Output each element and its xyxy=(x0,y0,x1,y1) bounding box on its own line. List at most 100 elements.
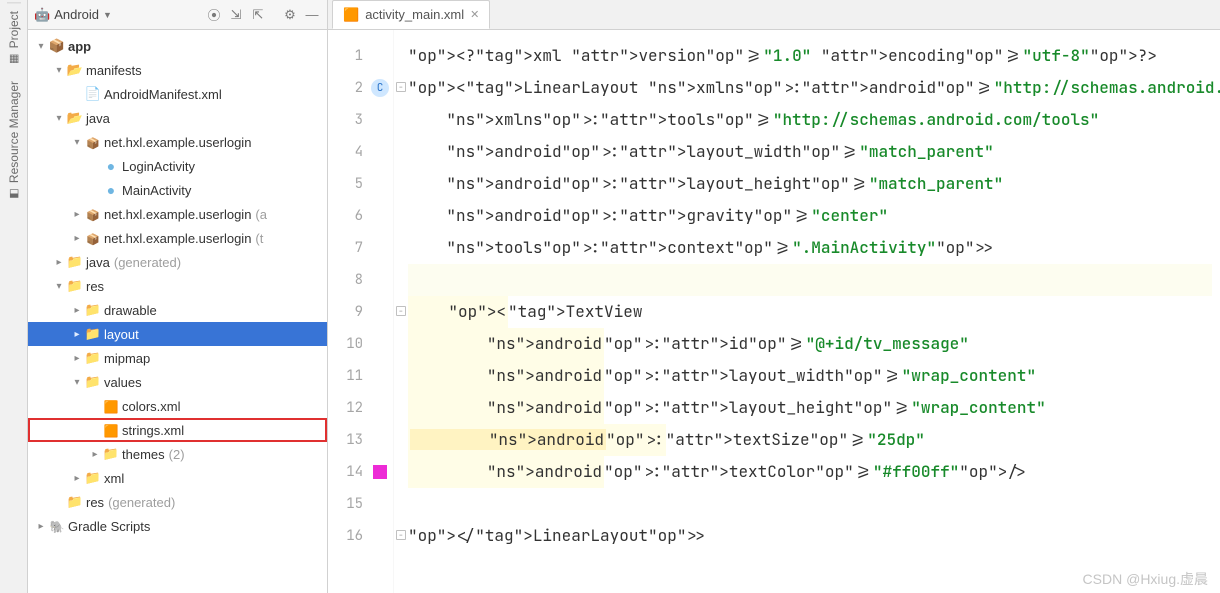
gutter-line[interactable]: 16 xyxy=(328,520,393,552)
code-line[interactable]: − "op"><"tag">TextView xyxy=(408,296,1212,328)
settings-icon[interactable]: ⚙ xyxy=(281,7,299,23)
tree-item-net-hxl-example-userlogin[interactable]: ▾net.hxl.example.userlogin xyxy=(28,130,327,154)
hide-panel-icon[interactable]: — xyxy=(303,7,321,22)
tree-item-app[interactable]: ▾app xyxy=(28,34,327,58)
chevron-right-icon[interactable]: ▸ xyxy=(70,305,84,316)
tool-resource-manager[interactable]: ◧ Resource Manager xyxy=(7,73,21,208)
gutter-line[interactable]: 13 xyxy=(328,424,393,456)
code-line[interactable]: "ns">tools"op">:"attr">context"op">=".Ma… xyxy=(408,232,1212,264)
chevron-right-icon[interactable]: ▸ xyxy=(70,353,84,364)
tree-item-java[interactable]: ▾java xyxy=(28,106,327,130)
folder-blue-icon xyxy=(66,110,84,126)
tab-activity-main[interactable]: 🟧 activity_main.xml ✕ xyxy=(332,0,490,29)
tree-item-gradle-scripts[interactable]: ▸Gradle Scripts xyxy=(28,514,327,538)
code-line[interactable] xyxy=(408,488,1212,520)
tree-item-res[interactable]: ▾res xyxy=(28,274,327,298)
fold-icon[interactable]: − xyxy=(396,82,406,92)
gutter-line[interactable]: 12 xyxy=(328,392,393,424)
expand-all-icon[interactable]: ⇲ xyxy=(227,7,245,23)
project-tree[interactable]: ▾app▾manifests▸AndroidManifest.xml▾java▾… xyxy=(28,30,327,593)
chevron-right-icon[interactable]: ▸ xyxy=(70,209,84,220)
tool-project[interactable]: ▦ Project xyxy=(7,2,21,73)
tree-item-values[interactable]: ▾values xyxy=(28,370,327,394)
app-icon xyxy=(48,38,66,54)
tree-item-layout[interactable]: ▸layout xyxy=(28,322,327,346)
tree-item-net-hxl-example-userlogin[interactable]: ▸net.hxl.example.userlogin (t xyxy=(28,226,327,250)
chevron-down-icon[interactable]: ▾ xyxy=(52,281,66,292)
gutter-line[interactable]: 5 xyxy=(328,168,393,200)
gutter-line[interactable]: 6 xyxy=(328,200,393,232)
fold-icon[interactable]: − xyxy=(396,306,406,316)
tree-item-drawable[interactable]: ▸drawable xyxy=(28,298,327,322)
tree-item-strings-xml[interactable]: ▸strings.xml xyxy=(28,418,327,442)
tree-item-themes[interactable]: ▸themes (2) xyxy=(28,442,327,466)
code-line[interactable]: "op"><?"tag">xml "attr">version"op">="1.… xyxy=(408,40,1212,72)
chevron-right-icon[interactable]: ▸ xyxy=(70,233,84,244)
class-gutter-icon[interactable]: C xyxy=(371,79,389,97)
gutter-line[interactable]: 1 xyxy=(328,40,393,72)
gutter-line[interactable]: 9 xyxy=(328,296,393,328)
close-tab-icon[interactable]: ✕ xyxy=(470,8,479,21)
fold-icon[interactable]: − xyxy=(396,530,406,540)
code-line[interactable]: −"op"></"tag">LinearLayout"op">> xyxy=(408,520,1212,552)
gutter-line[interactable]: 7 xyxy=(328,232,393,264)
tree-item-androidmanifest-xml[interactable]: ▸AndroidManifest.xml xyxy=(28,82,327,106)
chevron-right-icon[interactable]: ▸ xyxy=(88,449,102,460)
chevron-down-icon[interactable]: ▾ xyxy=(52,65,66,76)
code-area[interactable]: "op"><?"tag">xml "attr">version"op">="1.… xyxy=(394,30,1220,593)
chevron-down-icon[interactable]: ▾ xyxy=(70,377,84,388)
folder-icon xyxy=(84,374,102,390)
gutter-line[interactable]: 15 xyxy=(328,488,393,520)
tree-item-mipmap[interactable]: ▸mipmap xyxy=(28,346,327,370)
gutter-line[interactable]: 3 xyxy=(328,104,393,136)
folder-icon xyxy=(84,326,102,342)
chevron-right-icon[interactable]: ▸ xyxy=(52,257,66,268)
chevron-right-icon[interactable]: ▸ xyxy=(34,521,48,532)
project-view-selector[interactable]: 🤖 Android ▼ xyxy=(34,7,112,23)
chevron-right-icon[interactable]: ▸ xyxy=(70,329,84,340)
color-swatch-icon[interactable] xyxy=(373,465,387,479)
tree-item-colors-xml[interactable]: ▸colors.xml xyxy=(28,394,327,418)
tree-item-manifests[interactable]: ▾manifests xyxy=(28,58,327,82)
editor-tabs: 🟧 activity_main.xml ✕ xyxy=(328,0,1220,30)
gutter-line[interactable]: 14 xyxy=(328,456,393,488)
code-line[interactable] xyxy=(408,264,1212,296)
xml-file-icon: 🟧 xyxy=(343,7,359,23)
folder-icon xyxy=(84,350,102,366)
gutter-line[interactable]: 11 xyxy=(328,360,393,392)
gutter-line[interactable]: 8 xyxy=(328,264,393,296)
tree-item-res[interactable]: ▸res (generated) xyxy=(28,490,327,514)
collapse-all-icon[interactable]: ⇱ xyxy=(249,7,267,23)
code-line[interactable]: "ns">android"op">:"attr">layout_height"o… xyxy=(408,168,1212,200)
gutter-line[interactable]: 2C xyxy=(328,72,393,104)
gutter-line[interactable]: 10 xyxy=(328,328,393,360)
tool-resmgr-label: Resource Manager xyxy=(7,81,21,183)
code-line[interactable]: "ns">android"op">:"attr">textSize"op">="… xyxy=(408,424,1212,456)
tree-item-java[interactable]: ▸java (generated) xyxy=(28,250,327,274)
code-line[interactable]: "ns">android"op">:"attr">layout_width"op… xyxy=(408,360,1212,392)
tree-item-xml[interactable]: ▸xml xyxy=(28,466,327,490)
suffix: (t xyxy=(255,231,263,246)
chevron-down-icon[interactable]: ▾ xyxy=(70,137,84,148)
gutter-line[interactable]: 4 xyxy=(328,136,393,168)
chevron-right-icon[interactable]: ▸ xyxy=(70,473,84,484)
code-line[interactable]: "ns">android"op">:"attr">textColor"op">=… xyxy=(408,456,1212,488)
tree-item-loginactivity[interactable]: ▸LoginActivity xyxy=(28,154,327,178)
code-line[interactable]: "ns">xmlns"op">:"attr">tools"op">="http:… xyxy=(408,104,1212,136)
select-open-file-icon[interactable]: ⦿ xyxy=(205,5,223,24)
tree-item-net-hxl-example-userlogin[interactable]: ▸net.hxl.example.userlogin (a xyxy=(28,202,327,226)
code-line[interactable]: "ns">android"op">:"attr">gravity"op">="c… xyxy=(408,200,1212,232)
tree-item-label: LoginActivity xyxy=(122,159,195,174)
editor-gutter[interactable]: 12C345678910111213141516 xyxy=(328,30,394,593)
dropdown-icon: ▼ xyxy=(103,10,112,20)
tree-item-mainactivity[interactable]: ▸MainActivity xyxy=(28,178,327,202)
chevron-down-icon[interactable]: ▾ xyxy=(34,41,48,52)
code-line[interactable]: "ns">android"op">:"attr">layout_height"o… xyxy=(408,392,1212,424)
code-line[interactable]: −"op"><"tag">LinearLayout "ns">xmlns"op"… xyxy=(408,72,1212,104)
code-line[interactable]: "ns">android"op">:"attr">layout_width"op… xyxy=(408,136,1212,168)
mf-icon xyxy=(84,86,102,102)
generated-suffix: (generated) xyxy=(108,495,175,510)
xml-icon xyxy=(102,423,120,438)
chevron-down-icon[interactable]: ▾ xyxy=(52,113,66,124)
code-line[interactable]: "ns">android"op">:"attr">id"op">="@+id/t… xyxy=(408,328,1212,360)
